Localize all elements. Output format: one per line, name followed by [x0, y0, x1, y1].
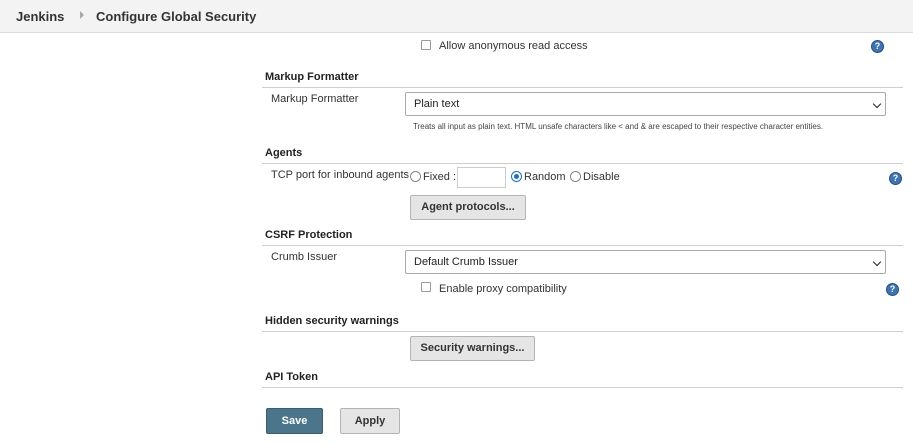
tcp-port-random-label[interactable]: Random — [524, 171, 566, 183]
tcp-port-fixed-label[interactable]: Fixed : — [423, 171, 456, 183]
tcp-port-disable-radio[interactable] — [570, 171, 581, 182]
apply-button[interactable]: Apply — [340, 408, 400, 434]
help-glyph: ? — [892, 173, 899, 183]
help-glyph: ? — [889, 284, 896, 294]
tcp-port-input[interactable] — [457, 167, 506, 188]
anonymous-read-checkbox[interactable] — [421, 40, 431, 50]
markup-formatter-hint: Treats all input as plain text. HTML uns… — [413, 122, 824, 131]
help-icon[interactable]: ? — [871, 40, 884, 53]
breadcrumb-separator-icon[interactable] — [80, 11, 84, 19]
tcp-port-fixed-radio[interactable] — [410, 171, 421, 182]
chevron-down-icon — [872, 257, 882, 267]
agent-protocols-button[interactable]: Agent protocols... — [410, 195, 526, 220]
section-divider — [262, 387, 903, 388]
proxy-compatibility-label[interactable]: Enable proxy compatibility — [439, 283, 567, 295]
markup-formatter-section-title: Markup Formatter — [265, 71, 359, 83]
form-footer — [0, 392, 913, 445]
markup-formatter-select[interactable]: Plain text — [405, 92, 886, 116]
section-divider — [262, 245, 903, 246]
save-button[interactable]: Save — [266, 408, 323, 434]
security-warnings-button[interactable]: Security warnings... — [410, 336, 535, 361]
api-token-section-title: API Token — [265, 371, 318, 383]
tcp-port-label: TCP port for inbound agents — [271, 169, 409, 181]
crumb-issuer-select[interactable]: Default Crumb Issuer — [405, 250, 886, 274]
crumb-issuer-label: Crumb Issuer — [271, 251, 338, 263]
tcp-port-disable-label[interactable]: Disable — [583, 171, 620, 183]
section-divider — [262, 331, 903, 332]
chevron-down-icon — [872, 99, 882, 109]
agents-section-title: Agents — [265, 147, 303, 159]
csrf-section-title: CSRF Protection — [265, 229, 353, 241]
breadcrumb-page-link[interactable]: Configure Global Security — [96, 9, 256, 24]
markup-formatter-label: Markup Formatter — [271, 93, 359, 105]
tcp-port-random-radio[interactable] — [511, 171, 522, 182]
help-glyph: ? — [874, 41, 881, 51]
breadcrumb-jenkins-link[interactable]: Jenkins — [16, 9, 64, 24]
markup-formatter-selected-value: Plain text — [414, 98, 460, 110]
proxy-compatibility-checkbox[interactable] — [421, 282, 431, 292]
section-divider — [262, 163, 903, 164]
hidden-warnings-section-title: Hidden security warnings — [265, 315, 399, 327]
anonymous-read-label[interactable]: Allow anonymous read access — [439, 40, 588, 52]
crumb-issuer-selected-value: Default Crumb Issuer — [414, 256, 518, 268]
help-icon[interactable]: ? — [886, 283, 899, 296]
breadcrumb-bar: Jenkins Configure Global Security — [0, 0, 913, 33]
section-divider — [262, 87, 903, 88]
help-icon[interactable]: ? — [889, 172, 902, 185]
